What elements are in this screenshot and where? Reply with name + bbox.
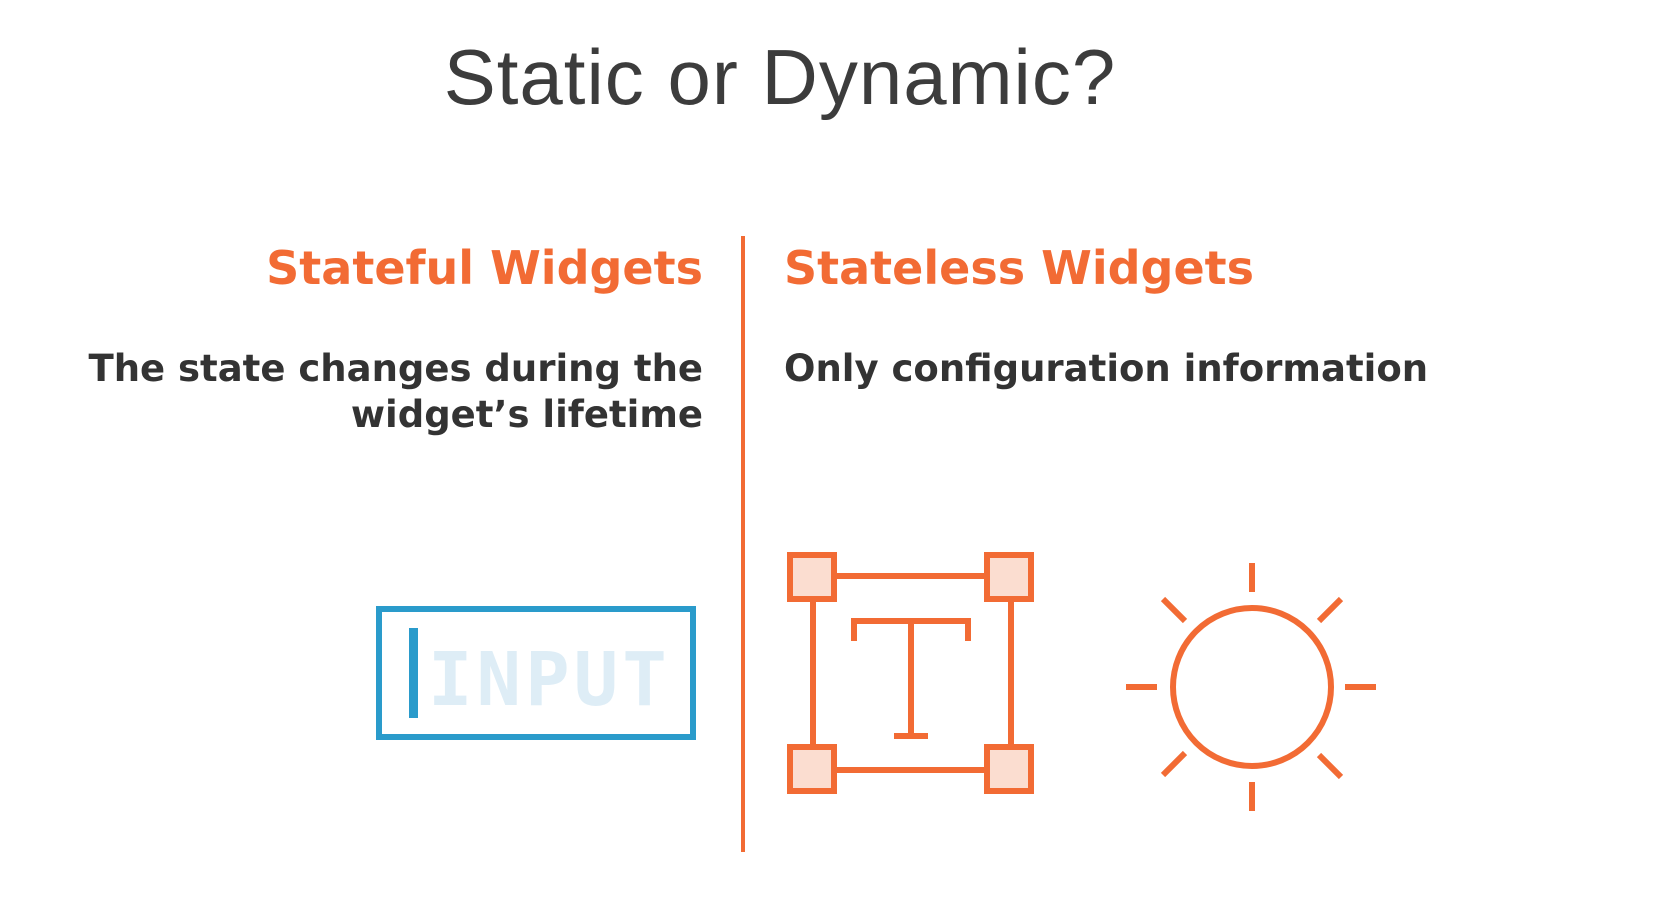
column-divider (741, 236, 745, 852)
stateful-description: The state changes during the widget’s li… (23, 346, 703, 438)
sun-rays (1126, 563, 1376, 811)
input-cursor (409, 628, 418, 718)
t-glyph (851, 618, 971, 739)
stateful-description-line1: The state changes during the (88, 347, 703, 390)
handle-bottom-left (787, 744, 837, 794)
handle-bottom-right (984, 744, 1034, 794)
handle-top-left (787, 552, 837, 602)
stateful-heading: Stateful Widgets (266, 241, 703, 295)
stateless-description: Only configuration information (784, 347, 1429, 390)
sun-icon (1124, 560, 1380, 816)
input-field-icon: INPUT (376, 606, 696, 740)
sun-disc (1170, 605, 1334, 769)
input-field-text: INPUT (428, 637, 671, 723)
slide-title: Static or Dynamic? (443, 33, 1117, 121)
text-box-icon (786, 551, 1038, 797)
stateless-heading: Stateless Widgets (784, 241, 1255, 295)
stateful-description-line2: widget’s lifetime (350, 393, 703, 436)
handle-top-right (984, 552, 1034, 602)
